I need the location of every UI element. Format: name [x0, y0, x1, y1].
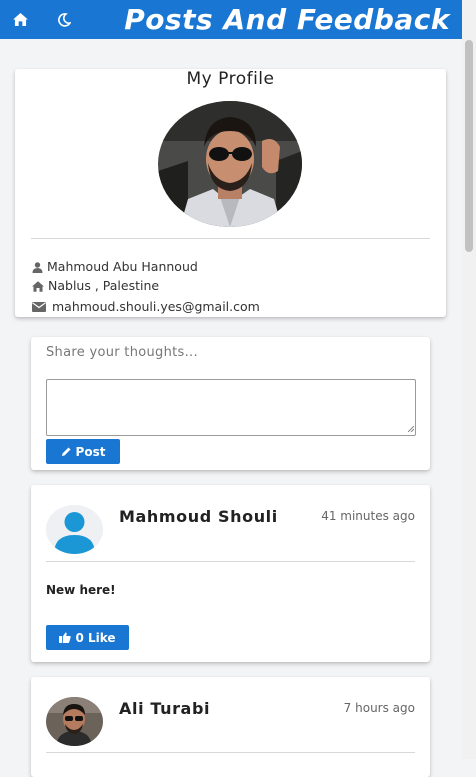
pencil-icon — [61, 447, 71, 456]
profile-name: Mahmoud Abu Hannoud — [47, 259, 198, 274]
like-button-label: 0 Like — [75, 630, 116, 645]
post-button[interactable]: Post — [46, 439, 120, 464]
envelope-icon — [32, 302, 46, 312]
thumbs-up-icon — [59, 632, 72, 643]
profile-name-line: Mahmoud Abu Hannoud — [32, 259, 198, 275]
moon-icon — [58, 12, 71, 27]
post-author-avatar — [46, 505, 103, 554]
like-button[interactable]: 0 Like — [46, 625, 129, 650]
home-icon — [12, 13, 28, 26]
post-button-label: Post — [75, 444, 106, 459]
post-body: New here! — [46, 583, 116, 597]
page-title: Posts And Feedback — [124, 3, 450, 36]
profile-card: My Profile Mahmoud Abu Hannoud Nablus , … — [15, 69, 446, 317]
profile-location-line: Nablus , Palestine — [32, 278, 159, 294]
post-author-name[interactable]: Mahmoud Shouli — [119, 507, 278, 526]
scrollbar-thumb[interactable] — [465, 40, 473, 252]
post-author-avatar — [46, 697, 103, 746]
post-textarea[interactable] — [46, 379, 416, 436]
top-navbar: Posts And Feedback — [0, 0, 462, 39]
profile-email-line: mahmoud.shouli.yes@gmail.com — [32, 299, 260, 315]
home-icon — [32, 280, 44, 292]
profile-heading: My Profile — [186, 69, 275, 89]
post-timestamp: 41 minutes ago — [321, 509, 415, 523]
profile-divider — [31, 238, 430, 239]
profile-avatar — [158, 101, 302, 227]
resize-grip-icon[interactable] — [408, 426, 414, 432]
compose-card: Share your thoughts... Post — [31, 337, 430, 470]
post-divider — [46, 752, 415, 753]
post-timestamp: 7 hours ago — [343, 701, 415, 715]
theme-toggle-button[interactable] — [44, 0, 84, 39]
post-divider — [46, 561, 415, 562]
scrollbar[interactable] — [462, 0, 476, 759]
user-photo-avatar-icon — [46, 697, 103, 746]
profile-email: mahmoud.shouli.yes@gmail.com — [52, 299, 260, 314]
default-user-avatar-icon — [46, 505, 103, 554]
post-card: Ali Turabi 7 hours ago — [31, 677, 430, 777]
compose-prompt: Share your thoughts... — [46, 345, 198, 360]
post-card: Mahmoud Shouli 41 minutes ago New here! … — [31, 485, 430, 662]
post-author-name[interactable]: Ali Turabi — [119, 699, 210, 718]
user-icon — [32, 261, 43, 273]
home-button[interactable] — [0, 0, 40, 39]
profile-location: Nablus , Palestine — [48, 278, 160, 293]
